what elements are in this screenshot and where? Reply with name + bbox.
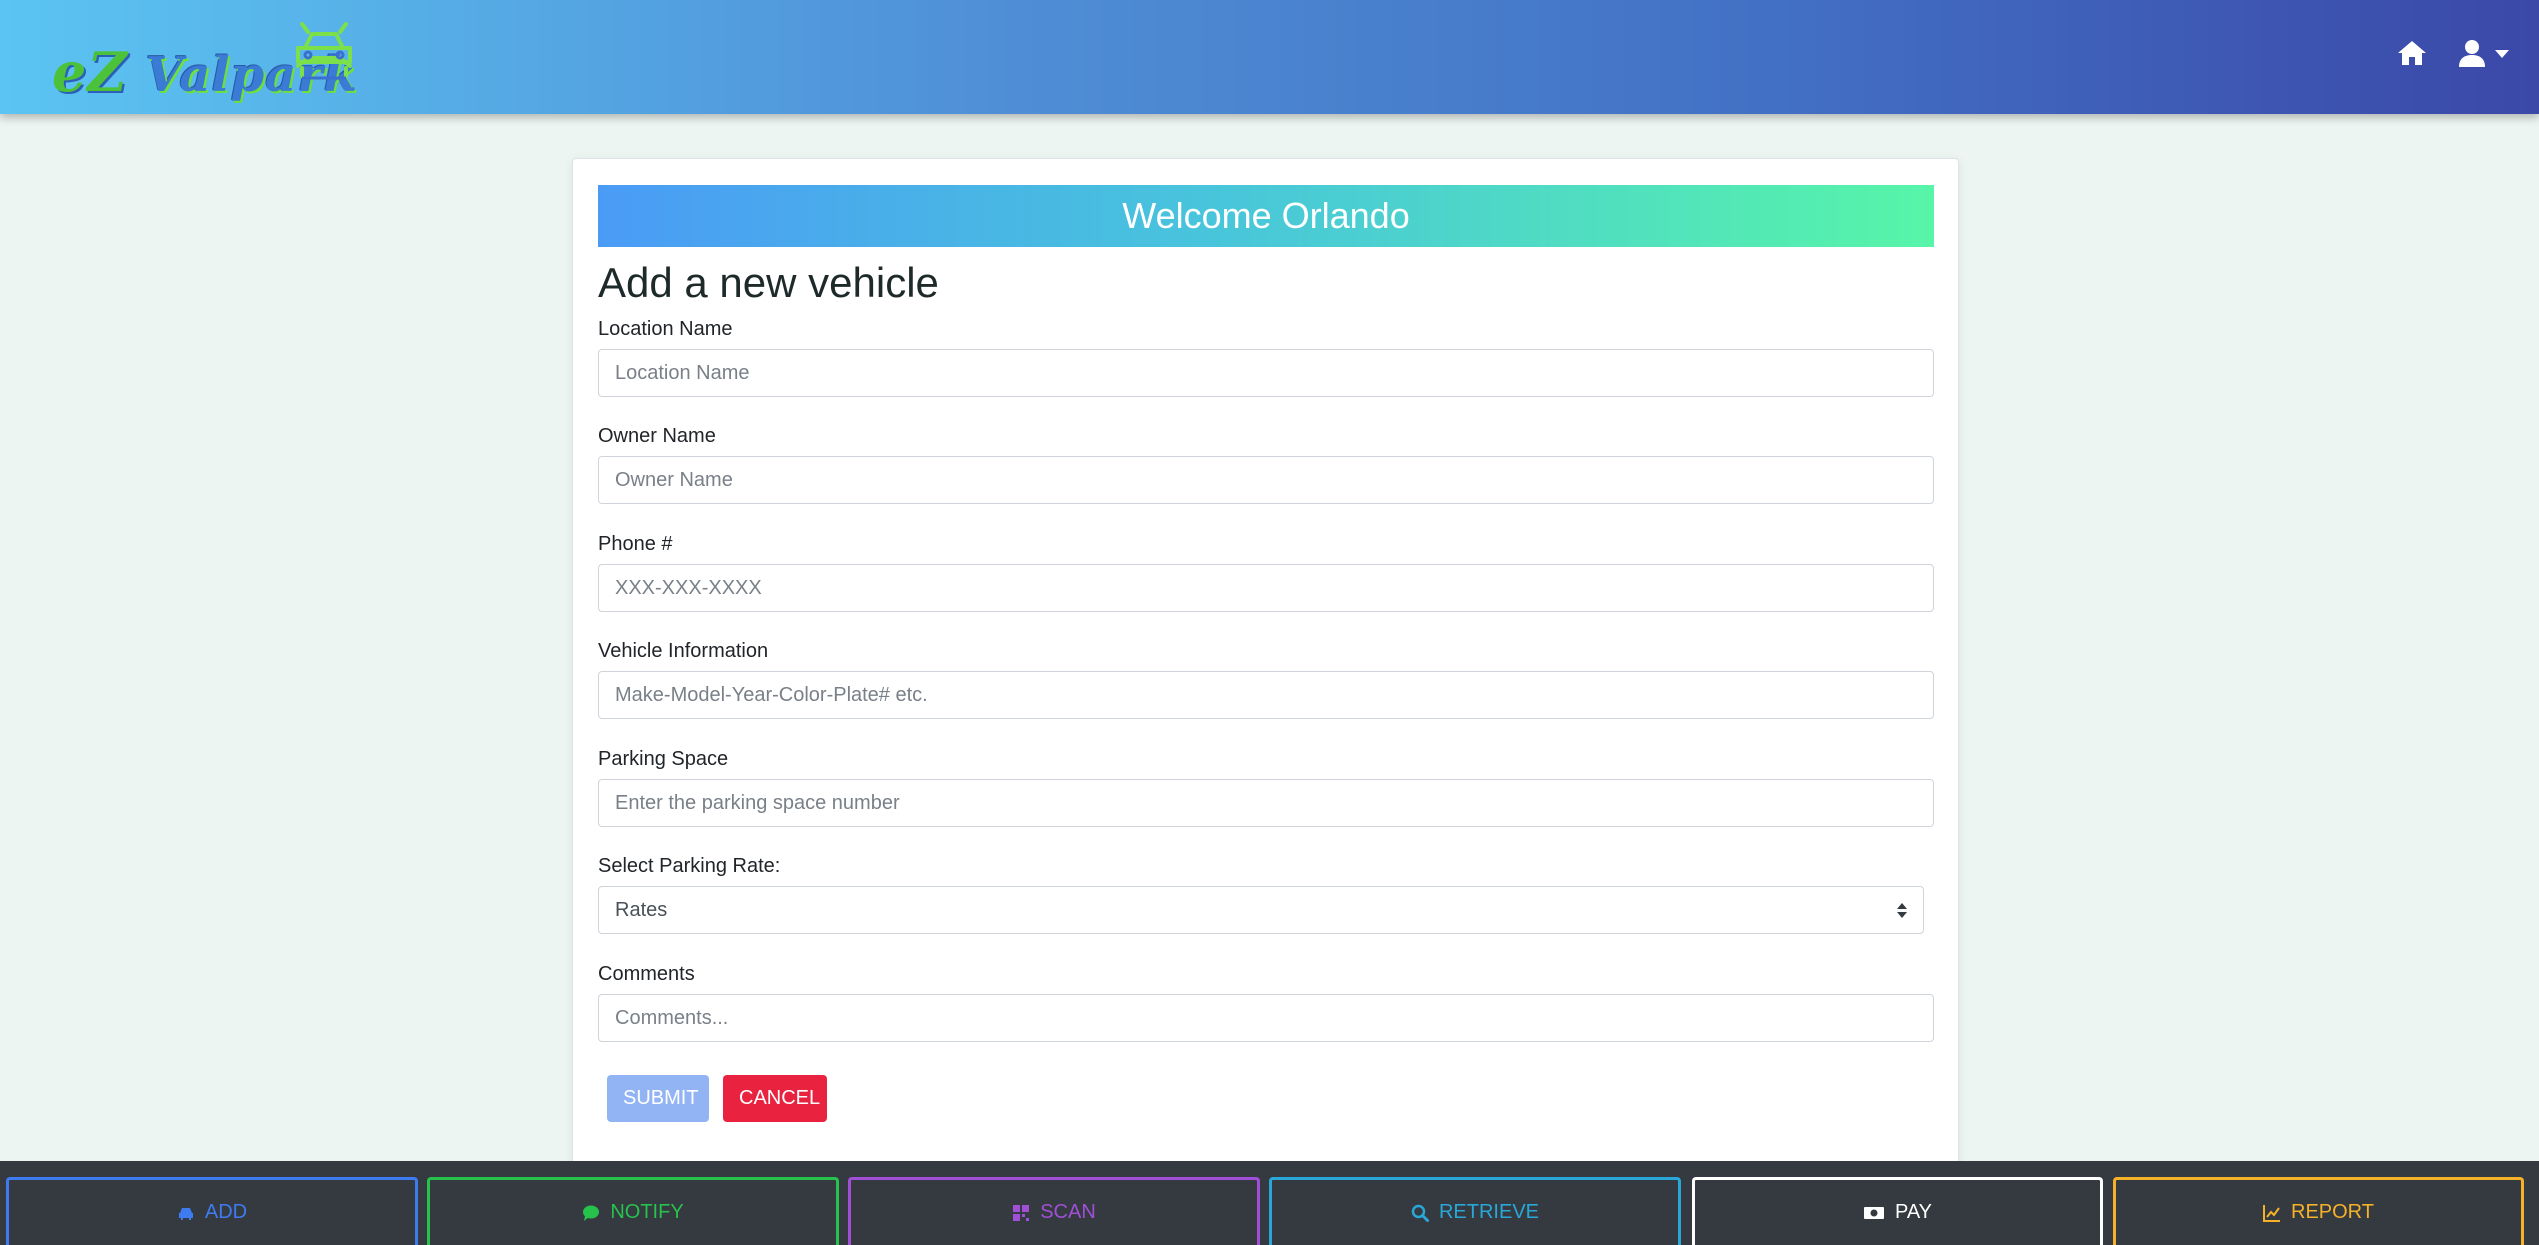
bottom-action-bar: ADD NOTIFY SCAN RETRIEVE PAY REPORT — [0, 1161, 2539, 1245]
comments-input[interactable] — [598, 994, 1934, 1042]
select-arrows-icon — [1897, 902, 1907, 918]
notify-tab-label: NOTIFY — [610, 1201, 684, 1223]
vehicle-info-input[interactable] — [598, 671, 1934, 719]
location-name-group: Location Name — [598, 317, 1934, 397]
parking-rate-label: Select Parking Rate: — [598, 855, 781, 877]
phone-input[interactable] — [598, 564, 1934, 612]
add-vehicle-card: Welcome Orlando Add a new vehicle Locati… — [572, 158, 1959, 1168]
cancel-button[interactable]: CANCEL — [723, 1075, 827, 1122]
user-icon — [2459, 40, 2485, 67]
parking-rate-group: Select Parking Rate: Rates — [598, 854, 1934, 934]
parking-rate-select[interactable]: Rates — [598, 886, 1924, 934]
home-icon[interactable] — [2395, 36, 2429, 70]
car-icon — [178, 1207, 193, 1220]
submit-button[interactable]: SUBMIT — [607, 1075, 709, 1122]
owner-name-input[interactable] — [598, 456, 1934, 504]
qrcode-icon — [1013, 1204, 1030, 1221]
location-name-input[interactable] — [598, 349, 1934, 397]
add-tab-label: ADD — [204, 1201, 248, 1223]
pay-tab[interactable]: PAY — [1692, 1177, 2103, 1245]
car-logo-icon — [296, 22, 352, 80]
comments-label: Comments — [598, 963, 695, 985]
money-icon — [1863, 1206, 1884, 1219]
vehicle-info-label: Vehicle Information — [598, 640, 769, 662]
notify-tab[interactable]: NOTIFY — [427, 1177, 839, 1245]
retrieve-tab[interactable]: RETRIEVE — [1269, 1177, 1681, 1245]
chat-icon — [583, 1205, 600, 1221]
welcome-banner: Welcome Orlando — [598, 185, 1934, 247]
parking-space-label: Parking Space — [598, 748, 729, 770]
location-name-label: Location Name — [598, 318, 733, 340]
parking-space-group: Parking Space — [598, 747, 1934, 827]
navbar-actions — [2395, 36, 2509, 70]
page-title: Add a new vehicle — [598, 259, 939, 306]
report-tab-label: REPORT — [2291, 1201, 2374, 1223]
retrieve-tab-label: RETRIEVE — [1438, 1201, 1540, 1223]
pay-tab-label: PAY — [1894, 1201, 1933, 1223]
user-menu-toggle[interactable] — [2455, 36, 2509, 70]
phone-label: Phone # — [598, 533, 673, 555]
brand-logo[interactable]: eZ Valpark — [52, 18, 362, 104]
vehicle-info-group: Vehicle Information — [598, 639, 1934, 719]
add-tab[interactable]: ADD — [6, 1177, 418, 1245]
parking-space-input[interactable] — [598, 779, 1934, 827]
parking-rate-selected: Rates — [615, 898, 668, 921]
search-icon — [1411, 1204, 1429, 1222]
phone-group: Phone # — [598, 532, 1934, 612]
scan-tab-label: SCAN — [1040, 1201, 1096, 1223]
top-navbar: eZ Valpark — [0, 0, 2539, 114]
chevron-down-icon — [2495, 50, 2509, 58]
scan-tab[interactable]: SCAN — [848, 1177, 1260, 1245]
report-tab[interactable]: REPORT — [2113, 1177, 2524, 1245]
chart-icon — [2263, 1204, 2280, 1222]
owner-name-label: Owner Name — [598, 425, 716, 447]
brand-prefix: eZ — [52, 40, 128, 104]
comments-group: Comments — [598, 962, 1934, 1042]
owner-name-group: Owner Name — [598, 424, 1934, 504]
